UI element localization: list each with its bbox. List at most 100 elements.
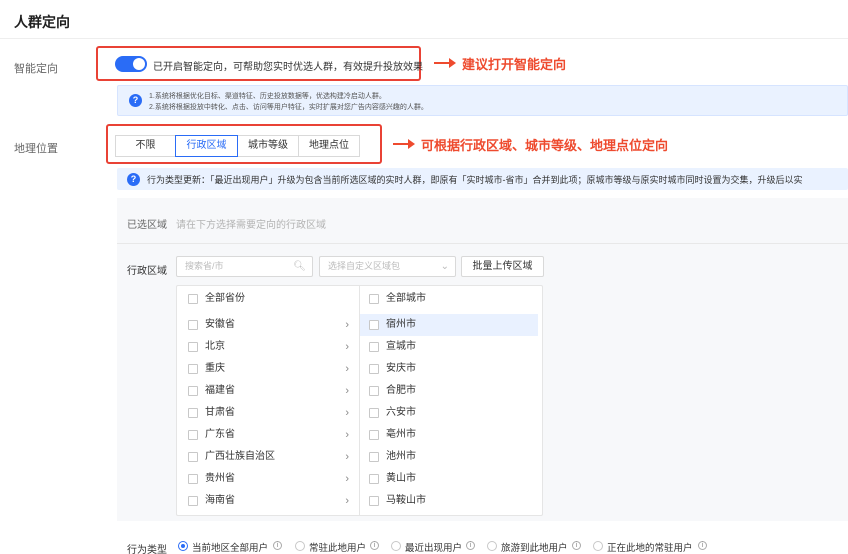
geo-label: 地理位置: [14, 143, 58, 155]
segment-geo-point[interactable]: 地理点位: [298, 135, 360, 157]
info-icon[interactable]: i: [698, 541, 707, 550]
checkbox[interactable]: [188, 452, 198, 462]
provinces-header-label: 全部省份: [205, 293, 245, 304]
checkbox[interactable]: [369, 342, 379, 352]
checkbox[interactable]: [369, 452, 379, 462]
info-icon[interactable]: i: [370, 541, 379, 550]
province-item[interactable]: 北京 ›: [177, 336, 359, 358]
segment-admin-area[interactable]: 行政区域: [175, 135, 238, 157]
radio-present-resident-users[interactable]: [593, 541, 603, 551]
checkbox[interactable]: [188, 342, 198, 352]
selected-region-label: 已选区域: [127, 220, 167, 231]
bulk-upload-button[interactable]: 批量上传区域: [461, 256, 544, 277]
segment-city-level[interactable]: 城市等级: [237, 135, 299, 157]
chevron-down-icon: ⌄: [440, 261, 449, 272]
city-item[interactable]: 安庆市: [360, 358, 538, 380]
checkbox[interactable]: [188, 474, 198, 484]
province-item[interactable]: 贵州省 ›: [177, 468, 359, 490]
city-name: 六安市: [386, 407, 416, 418]
city-item[interactable]: 亳州市: [360, 424, 538, 446]
city-name: 安庆市: [386, 363, 416, 374]
annotation-arrow-icon: [393, 139, 415, 149]
province-item[interactable]: 海南省 ›: [177, 490, 359, 512]
province-name: 北京: [205, 341, 225, 352]
cities-header-label: 全部城市: [386, 293, 426, 304]
radio-label: 旅游到此地用户: [501, 543, 568, 554]
province-item[interactable]: 广东省 ›: [177, 424, 359, 446]
divider: [0, 38, 848, 39]
smart-targeting-toggle[interactable]: [115, 56, 147, 72]
checkbox[interactable]: [188, 496, 198, 506]
checkbox[interactable]: [188, 320, 198, 330]
province-item[interactable]: 甘肃省 ›: [177, 402, 359, 424]
province-name: 广西壮族自治区: [205, 451, 275, 462]
package-placeholder: 选择自定义区域包: [328, 261, 401, 271]
checkbox[interactable]: [369, 294, 379, 304]
info-icon[interactable]: i: [466, 541, 475, 550]
checkbox[interactable]: [188, 364, 198, 374]
chevron-right-icon: ›: [345, 319, 349, 331]
behavior-type-label: 行为类型: [127, 545, 167, 554]
province-item[interactable]: 安徽省 ›: [177, 314, 359, 336]
city-name: 亳州市: [386, 429, 416, 440]
cities-header[interactable]: 全部城市: [360, 288, 542, 310]
admin-area-label: 行政区域: [127, 266, 167, 277]
provinces-header[interactable]: 全部省份: [177, 288, 359, 310]
help-icon: ?: [127, 173, 140, 186]
checkbox[interactable]: [369, 474, 379, 484]
city-item[interactable]: 马鞍山市: [360, 490, 538, 512]
checkbox[interactable]: [369, 430, 379, 440]
checkbox[interactable]: [369, 386, 379, 396]
region-lists: 全部省份 安徽省 › 北京 › 重庆 › 福建省 › 甘肃省 › 广东省 › 广…: [176, 285, 543, 516]
province-item[interactable]: 福建省 ›: [177, 380, 359, 402]
checkbox[interactable]: [188, 294, 198, 304]
radio-label: 常驻此地用户: [309, 543, 367, 554]
panel-divider: [117, 243, 848, 244]
city-item[interactable]: 宿州市: [360, 314, 538, 336]
checkbox[interactable]: [188, 408, 198, 418]
radio-resident-users[interactable]: [295, 541, 305, 551]
toggle-knob: [133, 58, 145, 70]
radio-label: 正在此地的常驻用户: [607, 543, 693, 554]
city-name: 宣城市: [386, 341, 416, 352]
city-item[interactable]: 黄山市: [360, 468, 538, 490]
city-item[interactable]: 六安市: [360, 402, 538, 424]
annotation-smart: 建议打开智能定向: [462, 57, 567, 72]
info-icon[interactable]: i: [273, 541, 282, 550]
chevron-right-icon: ›: [345, 363, 349, 375]
province-item[interactable]: 广西壮族自治区 ›: [177, 446, 359, 468]
province-name: 广东省: [205, 429, 235, 440]
city-item[interactable]: 宣城市: [360, 336, 538, 358]
chevron-right-icon: ›: [345, 495, 349, 507]
province-item[interactable]: 重庆 ›: [177, 358, 359, 380]
radio-tourist-users[interactable]: [487, 541, 497, 551]
info-line-1: 1.系统将根据优化目标、渠道特征、历史投放数据等，优选构建冷启动人群。: [149, 93, 386, 100]
province-name: 福建省: [205, 385, 235, 396]
province-name: 甘肃省: [205, 407, 235, 418]
checkbox[interactable]: [369, 496, 379, 506]
chevron-right-icon: ›: [345, 429, 349, 441]
province-name: 重庆: [205, 363, 225, 374]
chevron-right-icon: ›: [345, 451, 349, 463]
radio-label: 当前地区全部用户: [192, 543, 269, 554]
checkbox[interactable]: [369, 408, 379, 418]
radio-all-users[interactable]: [178, 541, 188, 551]
province-name: 贵州省: [205, 473, 235, 484]
city-item[interactable]: 合肥市: [360, 380, 538, 402]
checkbox[interactable]: [369, 364, 379, 374]
geo-notice-box: ? 行为类型更新：「最近出现用户」升级为包含当前所选区域的实时人群，即原有「实时…: [117, 168, 848, 190]
search-placeholder: 搜索省/市: [185, 261, 224, 271]
province-search-input[interactable]: 搜索省/市 🔍︎: [176, 256, 313, 277]
checkbox[interactable]: [188, 430, 198, 440]
region-package-select[interactable]: 选择自定义区域包 ⌄: [319, 256, 456, 277]
radio-recent-users[interactable]: [391, 541, 401, 551]
segment-unlimited[interactable]: 不限: [115, 135, 176, 157]
info-icon[interactable]: i: [572, 541, 581, 550]
info-line-2: 2.系统将根据投放中转化、点击、访问等用户特征，实时扩展对您广告内容感兴趣的人群…: [149, 104, 428, 111]
checkbox[interactable]: [188, 386, 198, 396]
smart-targeting-label: 智能定向: [14, 63, 58, 75]
search-icon: 🔍︎: [293, 261, 306, 272]
province-name: 安徽省: [205, 319, 235, 330]
checkbox[interactable]: [369, 320, 379, 330]
city-item[interactable]: 池州市: [360, 446, 538, 468]
